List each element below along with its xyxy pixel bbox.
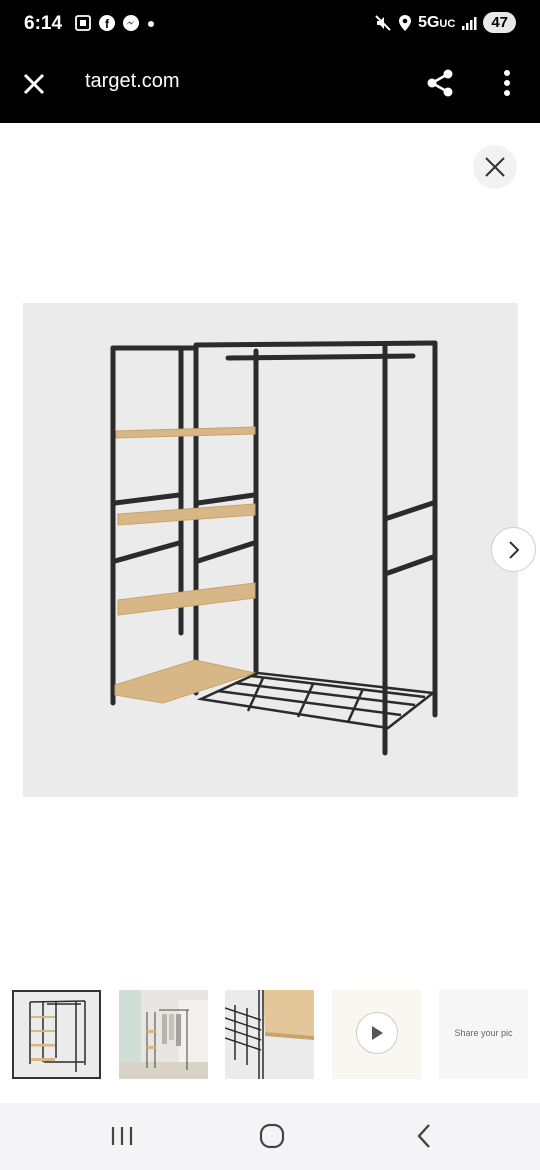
- system-navigation-bar: [0, 1103, 540, 1170]
- status-bar: 6:14 f 5GUC 47: [0, 0, 540, 50]
- network-suffix: UC: [439, 17, 456, 30]
- recent-apps-icon: [111, 1127, 133, 1145]
- image-viewer: Share your pic: [0, 123, 540, 1103]
- screenshot-notification-icon: [75, 15, 91, 31]
- next-image-button[interactable]: [491, 527, 536, 572]
- browser-toolbar: target.com: [0, 50, 540, 123]
- product-main-image: [23, 303, 518, 797]
- chevron-right-icon: [508, 540, 519, 559]
- more-options-icon[interactable]: [496, 67, 518, 99]
- close-tab-icon[interactable]: [18, 68, 50, 100]
- status-time: 6:14: [24, 13, 63, 34]
- garment-rack-thumbnail: [14, 992, 99, 1077]
- battery-level: 47: [483, 12, 516, 33]
- signal-icon: [462, 16, 477, 30]
- notification-icons: f: [74, 14, 156, 32]
- share-icon[interactable]: [424, 67, 456, 99]
- thumbnail-lifestyle[interactable]: [119, 990, 208, 1079]
- garment-rack-illustration: [110, 340, 438, 756]
- back-button[interactable]: [404, 1119, 444, 1153]
- thumbnail-video[interactable]: [332, 990, 421, 1079]
- thumbnail-product[interactable]: [12, 990, 101, 1079]
- network-label: 5G: [418, 13, 440, 31]
- back-icon: [417, 1124, 430, 1148]
- network-type: 5GUC: [418, 14, 455, 32]
- location-icon: [399, 14, 412, 31]
- share-photo-label: Share your pic: [454, 1028, 513, 1038]
- url-display[interactable]: target.com: [85, 70, 179, 93]
- close-viewer-button[interactable]: [473, 145, 517, 189]
- home-icon: [259, 1123, 285, 1149]
- room-scene-thumbnail: [119, 990, 208, 1079]
- video-play-button[interactable]: [356, 1012, 398, 1054]
- facebook-notification-icon: f: [99, 15, 115, 31]
- thumbnail-detail[interactable]: [225, 990, 314, 1079]
- recent-apps-button[interactable]: [102, 1119, 142, 1153]
- mute-icon: [375, 14, 391, 31]
- thumbnail-share-photo[interactable]: Share your pic: [439, 990, 528, 1079]
- thumbnail-strip: Share your pic: [12, 990, 532, 1080]
- messenger-notification-icon: [123, 15, 139, 31]
- more-notifications-dot-icon: [148, 21, 154, 27]
- close-icon: [485, 157, 505, 177]
- shelf-detail-thumbnail: [225, 990, 314, 1079]
- status-right: 5GUC 47: [374, 12, 516, 33]
- play-icon: [372, 1026, 383, 1040]
- home-button[interactable]: [252, 1119, 292, 1153]
